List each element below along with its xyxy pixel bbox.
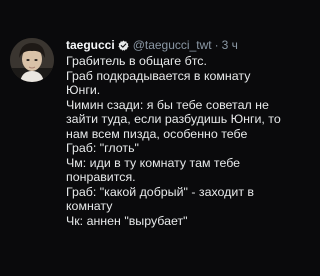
tweet-line: Юнги. (66, 83, 101, 97)
tweet-line: понравится. (66, 170, 136, 184)
avatar[interactable] (10, 38, 54, 82)
tweet-line: Граб: "глоть" (66, 141, 139, 155)
tweet-line: Граб подкрадывается в комнату (66, 68, 251, 83)
tweet-line: Чимин сзади: я бы тебе советал не (66, 97, 269, 112)
tweet-line: нам всем пизда, особенно тебе (66, 126, 248, 141)
tweet-line: Граб: "какой добрый" - заходит в (66, 184, 255, 199)
author-handle[interactable]: @taegucci_twt (133, 38, 212, 52)
author-name[interactable]: taegucci (66, 38, 115, 52)
verified-badge-icon (118, 40, 129, 51)
separator-dot: · (214, 38, 219, 52)
tweet-header: taegucci @taegucci_twt · 3 ч (66, 37, 318, 53)
tweet-line: Чм: иди в ту комнату там тебе (66, 155, 241, 170)
tweet-line: зайти туда, если разбудишь Юнги, то (66, 112, 281, 126)
avatar-photo (10, 38, 54, 82)
tweet-line: Чк: аннен "вырубает" (66, 213, 188, 228)
tweet-text: Грабитель в общаге бтс. Граб подкрадывае… (66, 54, 318, 228)
tweet-line: Грабитель в общаге бтс. (66, 54, 207, 68)
tweet-line: комнату (66, 199, 113, 213)
tweet: taegucci @taegucci_twt · 3 ч Грабитель в… (66, 37, 318, 228)
tweet-screenshot: taegucci @taegucci_twt · 3 ч Грабитель в… (0, 0, 320, 276)
timestamp[interactable]: 3 ч (222, 38, 238, 52)
